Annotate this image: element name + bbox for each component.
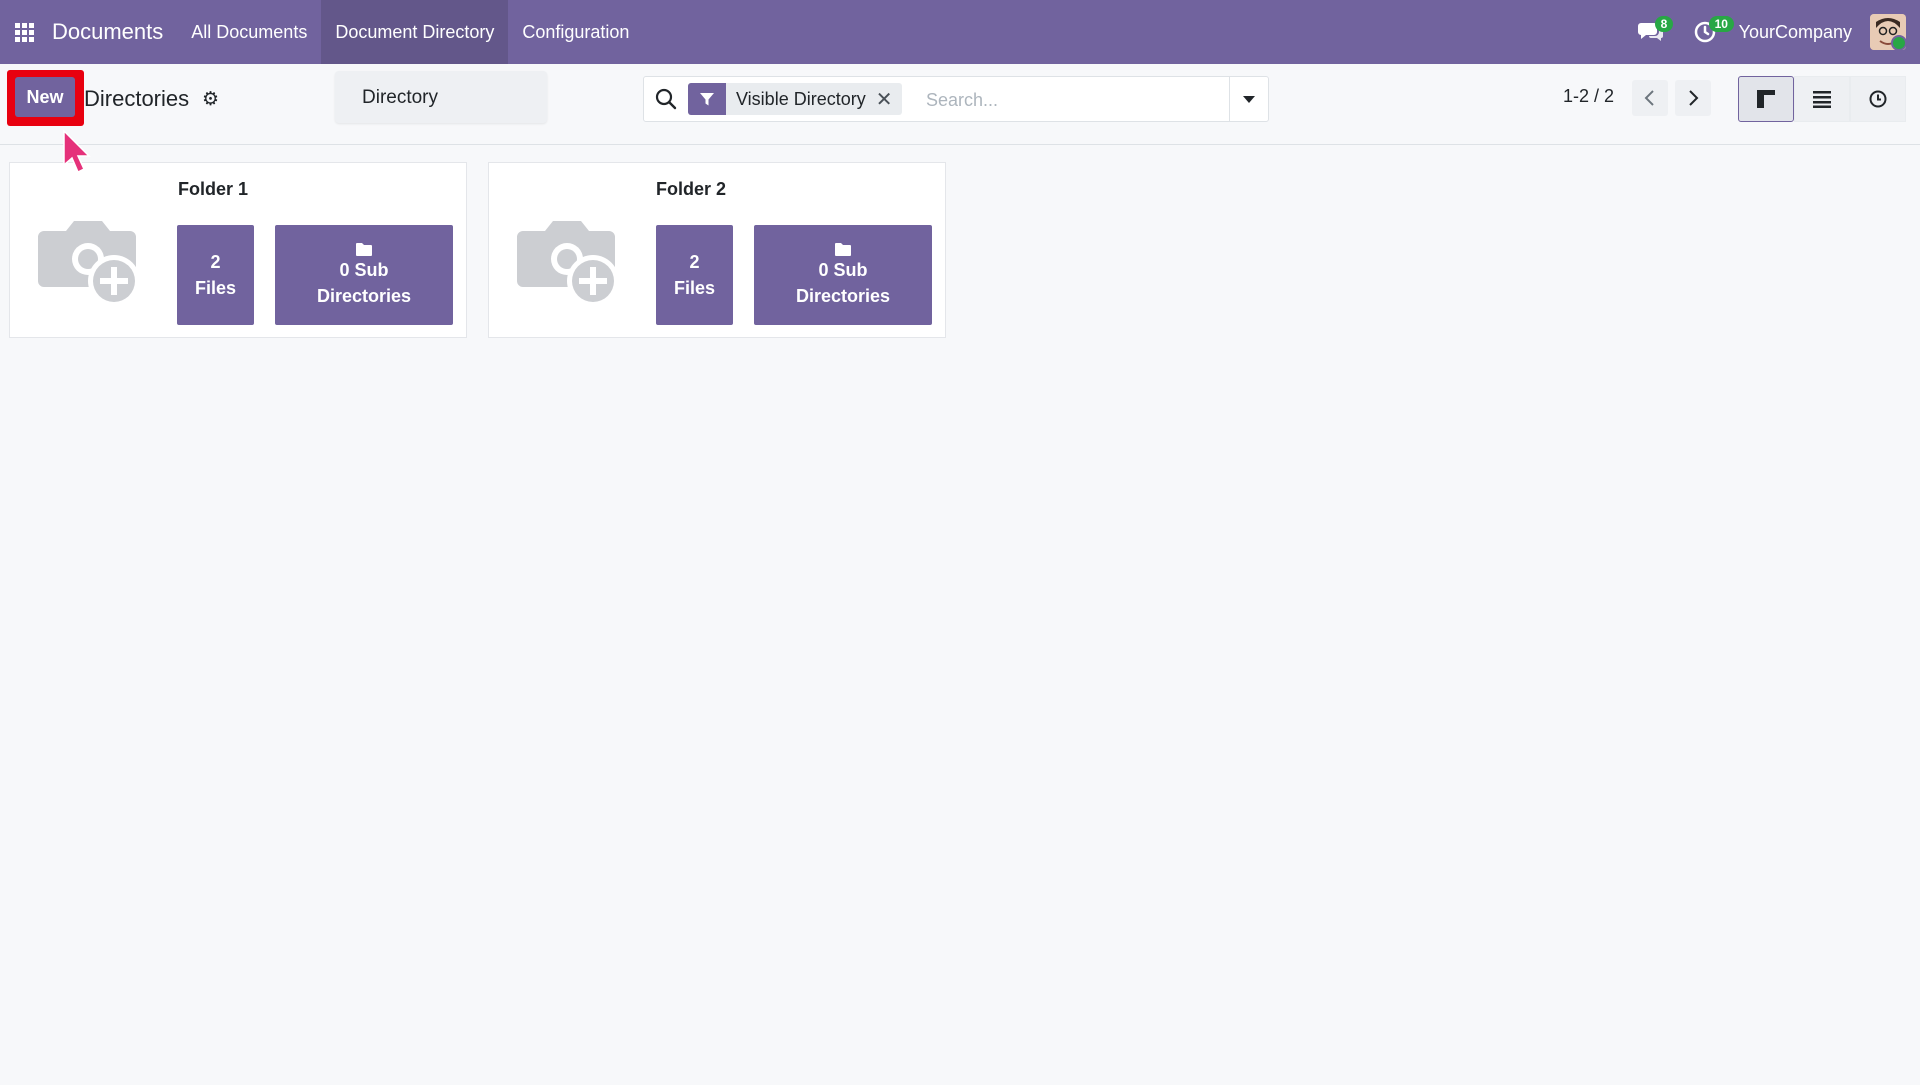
app-name[interactable]: Documents <box>52 19 163 45</box>
files-count: 2 <box>689 252 700 272</box>
list-view-button[interactable] <box>1794 76 1850 122</box>
files-label: Files <box>673 278 716 298</box>
view-switcher <box>1738 76 1906 122</box>
card-title: Folder 2 <box>656 179 727 199</box>
facet-label: Visible Directory <box>736 88 866 109</box>
pager-previous-button[interactable] <box>1632 80 1668 116</box>
folder-icon <box>835 242 851 256</box>
chevron-down-icon <box>1243 95 1255 103</box>
new-button-highlight: New <box>7 70 84 126</box>
files-count-button[interactable]: 2 Files <box>177 225 254 325</box>
menu-document-directory[interactable]: Document Directory <box>321 0 509 64</box>
pager-next-button[interactable] <box>1675 80 1711 116</box>
kanban-card[interactable]: Folder 1 2 Files 0 Sub Directories <box>9 162 467 338</box>
files-label: Files <box>194 278 237 298</box>
messages-badge: 8 <box>1654 16 1674 32</box>
card-title: Folder 1 <box>178 179 249 199</box>
new-button[interactable]: New <box>15 77 75 117</box>
sub-directories-count: 0 Sub <box>339 259 389 280</box>
mouse-cursor-icon <box>63 129 91 174</box>
filter-icon <box>688 83 726 115</box>
activity-view-button[interactable] <box>1850 76 1906 122</box>
files-count-button[interactable]: 2 Files <box>656 225 733 325</box>
close-icon[interactable]: ✕ <box>876 83 903 115</box>
camera-plus-icon[interactable] <box>515 209 625 309</box>
pager-value[interactable]: 1-2 / 2 <box>1563 86 1614 107</box>
search-options-toggle[interactable] <box>1229 77 1268 121</box>
sub-directories-label: Directories <box>316 285 412 306</box>
user-avatar[interactable] <box>1870 14 1906 50</box>
menu-all-documents[interactable]: All Documents <box>177 0 321 64</box>
search-facet: Visible Directory ✕ <box>688 83 903 115</box>
menu-configuration[interactable]: Configuration <box>508 0 643 64</box>
search-bar: Visible Directory ✕ <box>643 76 1269 122</box>
clock-icon <box>1869 90 1887 108</box>
company-switcher[interactable]: YourCompany <box>1739 22 1852 43</box>
app-menu-button[interactable] <box>0 0 48 64</box>
activities-button[interactable]: 10 <box>1685 0 1734 64</box>
top-navbar: Documents All Documents Document Directo… <box>0 0 1920 64</box>
kanban-icon <box>1757 90 1775 108</box>
chevron-right-icon <box>1689 90 1699 106</box>
search-input[interactable] <box>924 85 1228 115</box>
activities-badge: 10 <box>1708 16 1734 32</box>
gear-icon[interactable]: ⚙ <box>202 88 219 111</box>
search-icon[interactable] <box>654 87 678 111</box>
camera-plus-icon[interactable] <box>36 209 146 309</box>
apps-grid-icon <box>14 22 34 42</box>
kanban-card[interactable]: Folder 2 2 Files 0 Sub Directories <box>488 162 946 338</box>
folder-icon <box>356 242 372 256</box>
directory-dropdown-label: Directory <box>362 87 439 108</box>
sub-directories-button[interactable]: 0 Sub Directories <box>275 225 453 325</box>
sub-directories-label: Directories <box>795 285 891 306</box>
page-title: Directories <box>84 86 190 111</box>
online-status-dot <box>1891 35 1906 50</box>
kanban-view-button[interactable] <box>1738 76 1794 122</box>
sub-directories-count: 0 Sub <box>818 259 868 280</box>
messages-button[interactable]: 8 <box>1631 0 1674 64</box>
list-icon <box>1813 91 1831 108</box>
chevron-left-icon <box>1644 90 1654 106</box>
sub-directories-button[interactable]: 0 Sub Directories <box>754 225 932 325</box>
directory-dropdown-item[interactable]: Directory <box>335 71 547 123</box>
files-count: 2 <box>210 252 221 272</box>
control-panel: New Directories ⚙ Directory Visible Dire… <box>0 64 1920 145</box>
